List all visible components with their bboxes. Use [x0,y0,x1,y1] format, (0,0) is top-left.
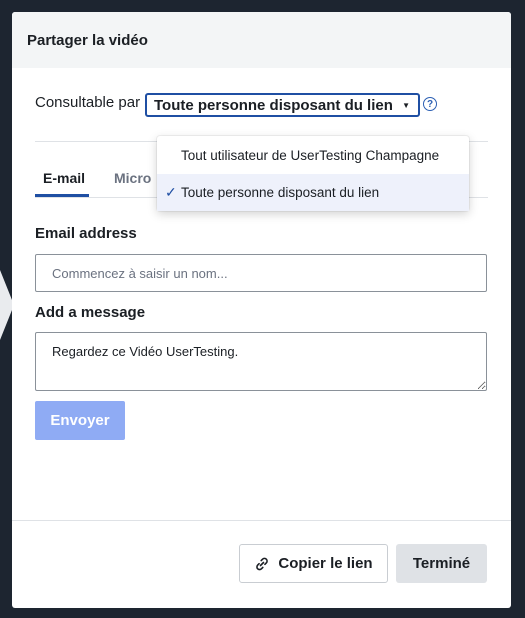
email-input[interactable] [35,254,487,292]
checkmark-icon: ✓ [165,184,177,200]
visibility-label: Consultable par [35,94,141,111]
help-icon[interactable]: ? [423,97,437,111]
copy-link-button[interactable]: Copier le lien [239,544,388,583]
footer-divider [12,520,511,521]
email-label: Email address [35,225,137,242]
message-textarea[interactable]: Regardez ce Vidéo UserTesting. [35,332,487,391]
visibility-select-value: Toute personne disposant du lien [154,96,393,114]
link-icon [256,557,269,570]
dropdown-option-label: Toute personne disposant du lien [181,185,380,200]
copy-link-label: Copier le lien [278,555,373,572]
dropdown-option-champagne-users[interactable]: Tout utilisateur de UserTesting Champagn… [157,137,469,174]
dropdown-option-label: Tout utilisateur de UserTesting Champagn… [181,148,440,163]
dropdown-option-anyone-with-link[interactable]: ✓ Toute personne disposant du lien [157,174,469,211]
send-button[interactable]: Envoyer [35,401,125,440]
modal-header: Partager la vidéo [12,12,511,68]
modal-title: Partager la vidéo [27,31,148,49]
tab-email[interactable]: E-mail [43,170,85,186]
message-label: Add a message [35,304,146,321]
tab-micro[interactable]: Micro [114,170,151,186]
caret-down-icon: ▼ [402,100,410,110]
active-tab-indicator [35,194,89,197]
done-button[interactable]: Terminé [396,544,487,583]
visibility-select[interactable]: Toute personne disposant du lien ▼ [145,93,420,117]
share-video-modal: Partager la vidéo Consultable par Toute … [12,12,511,608]
visibility-dropdown-menu: Tout utilisateur de UserTesting Champagn… [157,136,469,211]
visibility-row: Consultable par Toute personne disposant… [35,93,437,117]
